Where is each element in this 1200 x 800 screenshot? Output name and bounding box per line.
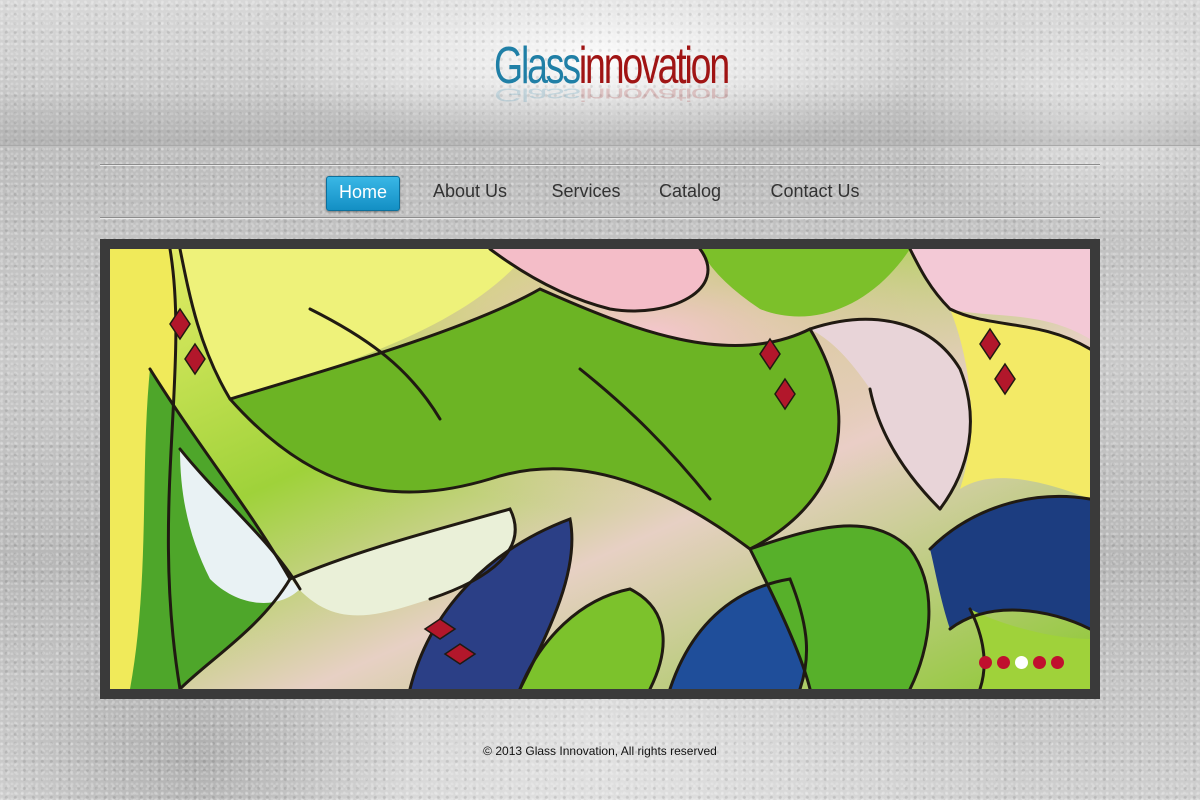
- logo-reflection-innovation: innovation: [578, 84, 728, 105]
- nav-item-services[interactable]: Services: [548, 176, 624, 209]
- image-slider: [100, 239, 1100, 699]
- slider-dot-2[interactable]: [997, 656, 1010, 669]
- footer-copyright: © 2013 Glass Innovation, All rights rese…: [483, 744, 717, 758]
- slider-pagination: [979, 656, 1064, 669]
- slider-dot-1[interactable]: [979, 656, 992, 669]
- nav-divider-top: [100, 164, 1100, 166]
- nav-item-catalog[interactable]: Catalog: [656, 176, 724, 209]
- nav-item-contact-us[interactable]: Contact Us: [766, 176, 864, 209]
- slider-dot-3[interactable]: [1015, 656, 1028, 669]
- stained-glass-image: [110, 249, 1090, 689]
- nav-divider-bottom: [100, 217, 1100, 219]
- logo-reflection-glass: Glass: [494, 84, 579, 105]
- slider-dot-4[interactable]: [1033, 656, 1046, 669]
- nav-item-about-us[interactable]: About Us: [428, 176, 512, 209]
- nav-item-home[interactable]: Home: [326, 176, 400, 211]
- slide-image-stained-glass[interactable]: [110, 249, 1090, 689]
- slider-dot-5[interactable]: [1051, 656, 1064, 669]
- logo-reflection: Glassinnovation: [494, 84, 728, 104]
